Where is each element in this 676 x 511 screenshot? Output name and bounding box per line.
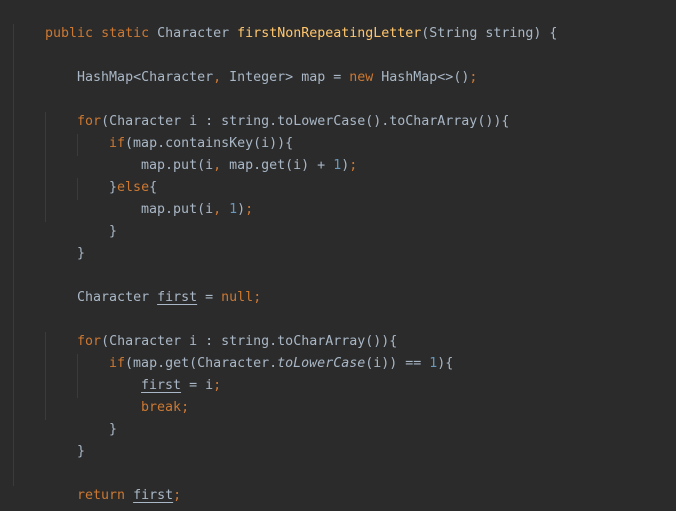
code-line-close-brace[interactable]: } (45, 419, 85, 459)
semicolon: ; (213, 378, 222, 393)
code-token: Character (77, 290, 158, 305)
code-token: map.get(i) + (229, 158, 334, 173)
parameters: (String string) { (421, 26, 558, 41)
code-line-method-signature[interactable]: public static Character firstNonRepeatin… (13, 1, 557, 41)
code-token: (i)) == (365, 356, 430, 371)
code-token: ) (237, 202, 246, 217)
keyword-modifiers: public static (45, 26, 158, 41)
code-token: HashMap<>() (381, 70, 470, 85)
closing-brace: } (109, 422, 118, 437)
comma: , (213, 202, 230, 217)
code-line-close-brace[interactable]: } (45, 221, 85, 261)
keyword-break: break (141, 400, 182, 415)
semicolon: ; (469, 70, 478, 85)
semicolon: ; (245, 202, 254, 217)
code-line-else[interactable]: }else{ (77, 155, 157, 195)
code-line-close-brace[interactable]: } (77, 397, 117, 437)
code-line-close-brace[interactable]: } (77, 199, 117, 239)
variable-first: first (157, 290, 198, 305)
keyword-new: new (349, 70, 382, 85)
code-line-for-loop-1[interactable]: for(Character i : string.toLowerCase().t… (45, 89, 509, 129)
code-line-assign-first[interactable]: first = i; (109, 353, 221, 393)
code-line-break[interactable]: break; (109, 375, 189, 415)
static-method-call: toLowerCase (277, 356, 366, 371)
code-editor[interactable]: public static Character firstNonRepeatin… (0, 0, 676, 511)
number-literal: 1 (229, 202, 238, 217)
code-token: ){ (437, 356, 454, 371)
code-token: HashMap<Character (77, 70, 214, 85)
number-literal: 1 (333, 158, 342, 173)
code-token: = (197, 290, 222, 305)
semicolon: ; (181, 400, 190, 415)
indent-guide (13, 24, 14, 486)
comma: , (213, 158, 230, 173)
code-line-for-loop-2[interactable]: for(Character i : string.toCharArray()){ (45, 309, 397, 349)
method-name: firstNonRepeatingLetter (237, 26, 422, 41)
return-type: Character (157, 26, 238, 41)
semicolon: ; (253, 290, 262, 305)
code-token: map.put(i (141, 202, 214, 217)
closing-brace: } (77, 444, 86, 459)
code-line-map-put-one[interactable]: map.put(i, 1); (109, 177, 253, 217)
variable-first: first (133, 488, 174, 503)
semicolon: ; (349, 158, 358, 173)
closing-brace: } (109, 224, 118, 239)
code-line-if-contains[interactable]: if(map.containsKey(i)){ (77, 111, 293, 151)
code-token: Integer> map = (229, 70, 350, 85)
code-line-close-brace[interactable]: } (13, 485, 53, 511)
code-line-map-declaration[interactable]: HashMap<Character, Integer> map = new Ha… (45, 45, 477, 85)
semicolon: ; (173, 488, 182, 503)
keyword-return: return (77, 488, 134, 503)
code-line-first-declaration[interactable]: Character first = null; (45, 265, 261, 305)
closing-brace: } (77, 246, 86, 261)
code-line-if-count-one[interactable]: if(map.get(Character.toLowerCase(i)) == … (77, 331, 453, 371)
keyword-null: null (221, 290, 254, 305)
code-line-map-put-increment[interactable]: map.put(i, map.get(i) + 1); (109, 133, 357, 173)
code-token: , (213, 70, 230, 85)
code-line-return[interactable]: return first; (45, 463, 181, 503)
